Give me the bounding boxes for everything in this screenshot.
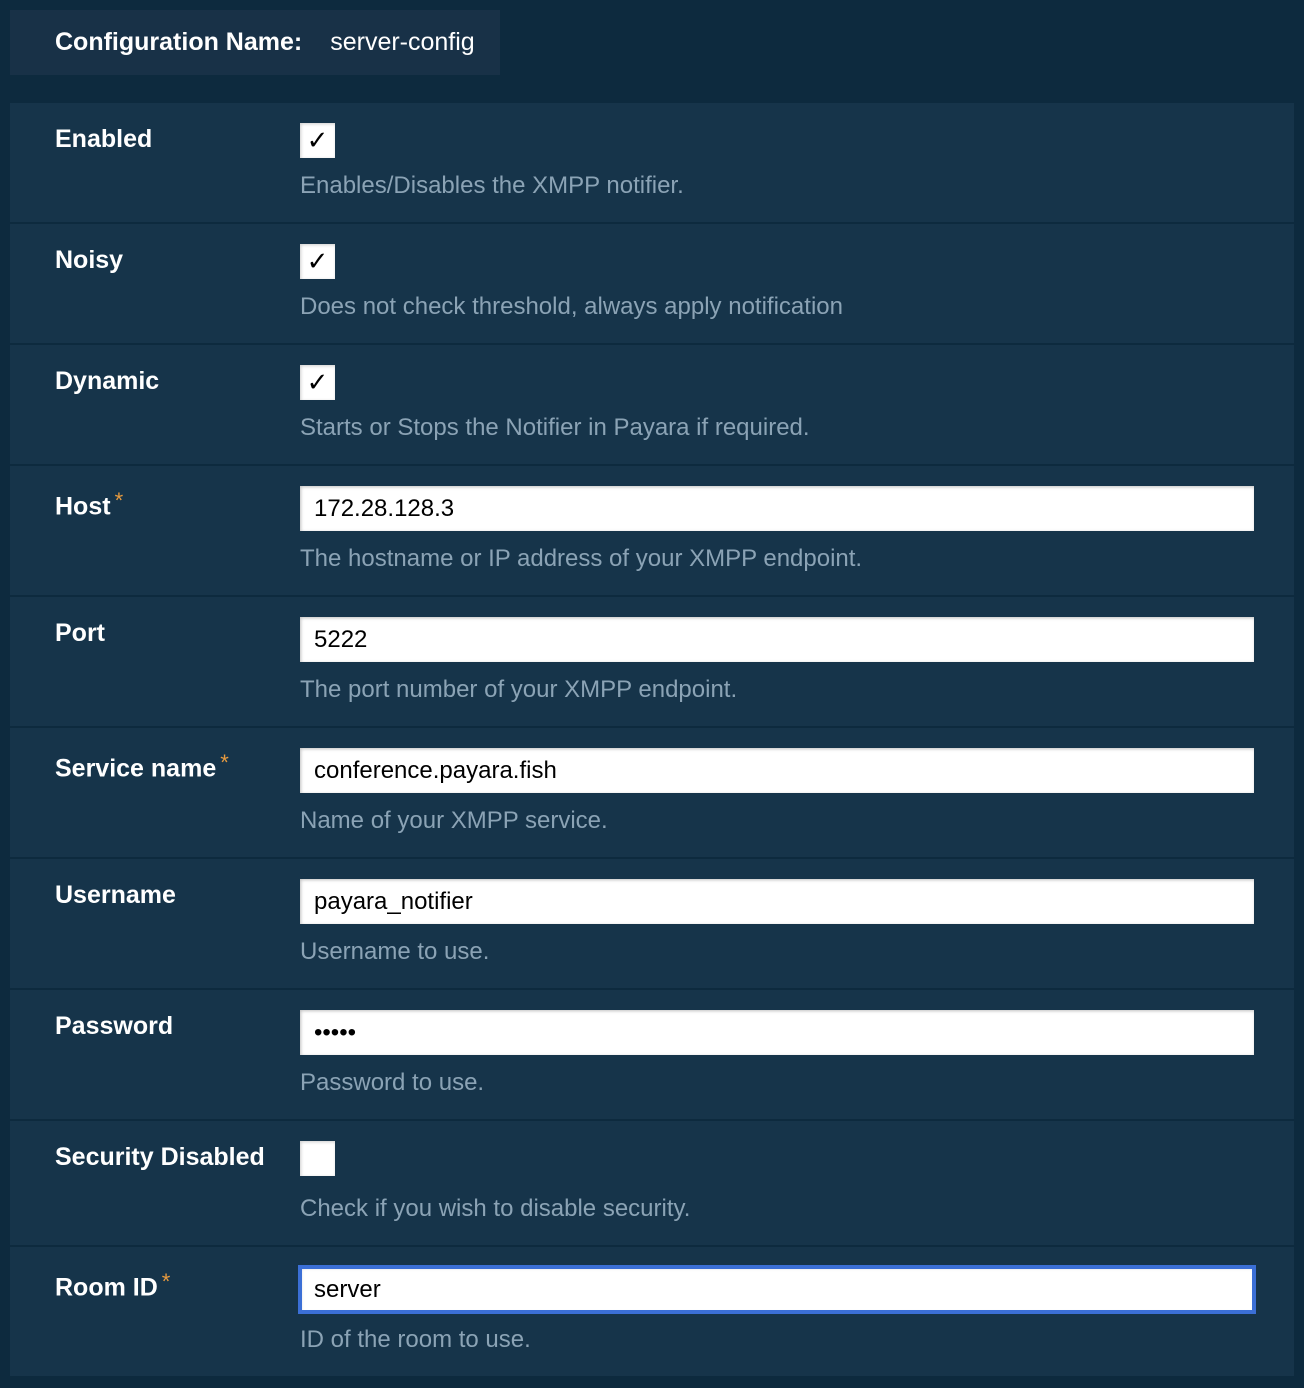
row-service-name: Service name* Name of your XMPP service. xyxy=(10,728,1294,859)
label-service-name: Service name xyxy=(55,754,216,782)
help-password: Password to use. xyxy=(300,1069,1254,1097)
input-host[interactable] xyxy=(300,486,1254,531)
row-host: Host* The hostname or IP address of your… xyxy=(10,466,1294,597)
config-header: Configuration Name: server-config xyxy=(10,10,500,75)
help-username: Username to use. xyxy=(300,938,1254,966)
input-port[interactable] xyxy=(300,617,1254,662)
row-password: Password Password to use. xyxy=(10,990,1294,1121)
help-dynamic: Starts or Stops the Notifier in Payara i… xyxy=(300,414,1254,442)
input-room-id[interactable] xyxy=(300,1267,1254,1312)
help-room-id: ID of the room to use. xyxy=(300,1326,1254,1354)
required-star-icon: * xyxy=(162,1269,171,1294)
form-table: Enabled ✓ Enables/Disables the XMPP noti… xyxy=(10,103,1294,1378)
required-star-icon: * xyxy=(220,750,229,775)
input-username[interactable] xyxy=(300,879,1254,924)
label-room-id: Room ID xyxy=(55,1273,158,1301)
required-star-icon: * xyxy=(115,488,124,513)
label-host: Host xyxy=(55,492,111,520)
help-host: The hostname or IP address of your XMPP … xyxy=(300,545,1254,573)
row-username: Username Username to use. xyxy=(10,859,1294,990)
row-dynamic: Dynamic ✓ Starts or Stops the Notifier i… xyxy=(10,345,1294,466)
label-noisy: Noisy xyxy=(55,246,123,274)
help-service-name: Name of your XMPP service. xyxy=(300,807,1254,835)
input-service-name[interactable] xyxy=(300,748,1254,793)
input-password[interactable] xyxy=(300,1010,1254,1055)
label-dynamic: Dynamic xyxy=(55,367,159,395)
label-password: Password xyxy=(55,1012,173,1040)
label-enabled: Enabled xyxy=(55,125,152,153)
row-room-id: Room ID* ID of the room to use. xyxy=(10,1247,1294,1378)
label-username: Username xyxy=(55,881,176,909)
checkbox-enabled[interactable]: ✓ xyxy=(300,123,335,158)
row-security-disabled: Security Disabled Check if you wish to d… xyxy=(10,1121,1294,1247)
label-port: Port xyxy=(55,619,105,647)
help-security-disabled: Check if you wish to disable security. xyxy=(300,1195,1254,1223)
row-port: Port The port number of your XMPP endpoi… xyxy=(10,597,1294,728)
checkbox-noisy[interactable]: ✓ xyxy=(300,244,335,279)
checkbox-security-disabled[interactable] xyxy=(300,1141,335,1176)
row-enabled: Enabled ✓ Enables/Disables the XMPP noti… xyxy=(10,103,1294,224)
config-name-value: server-config xyxy=(330,28,475,57)
checkbox-dynamic[interactable]: ✓ xyxy=(300,365,335,400)
help-noisy: Does not check threshold, always apply n… xyxy=(300,293,1254,321)
config-name-label: Configuration Name: xyxy=(55,28,302,57)
help-port: The port number of your XMPP endpoint. xyxy=(300,676,1254,704)
label-security-disabled: Security Disabled xyxy=(55,1143,265,1171)
help-enabled: Enables/Disables the XMPP notifier. xyxy=(300,172,1254,200)
row-noisy: Noisy ✓ Does not check threshold, always… xyxy=(10,224,1294,345)
